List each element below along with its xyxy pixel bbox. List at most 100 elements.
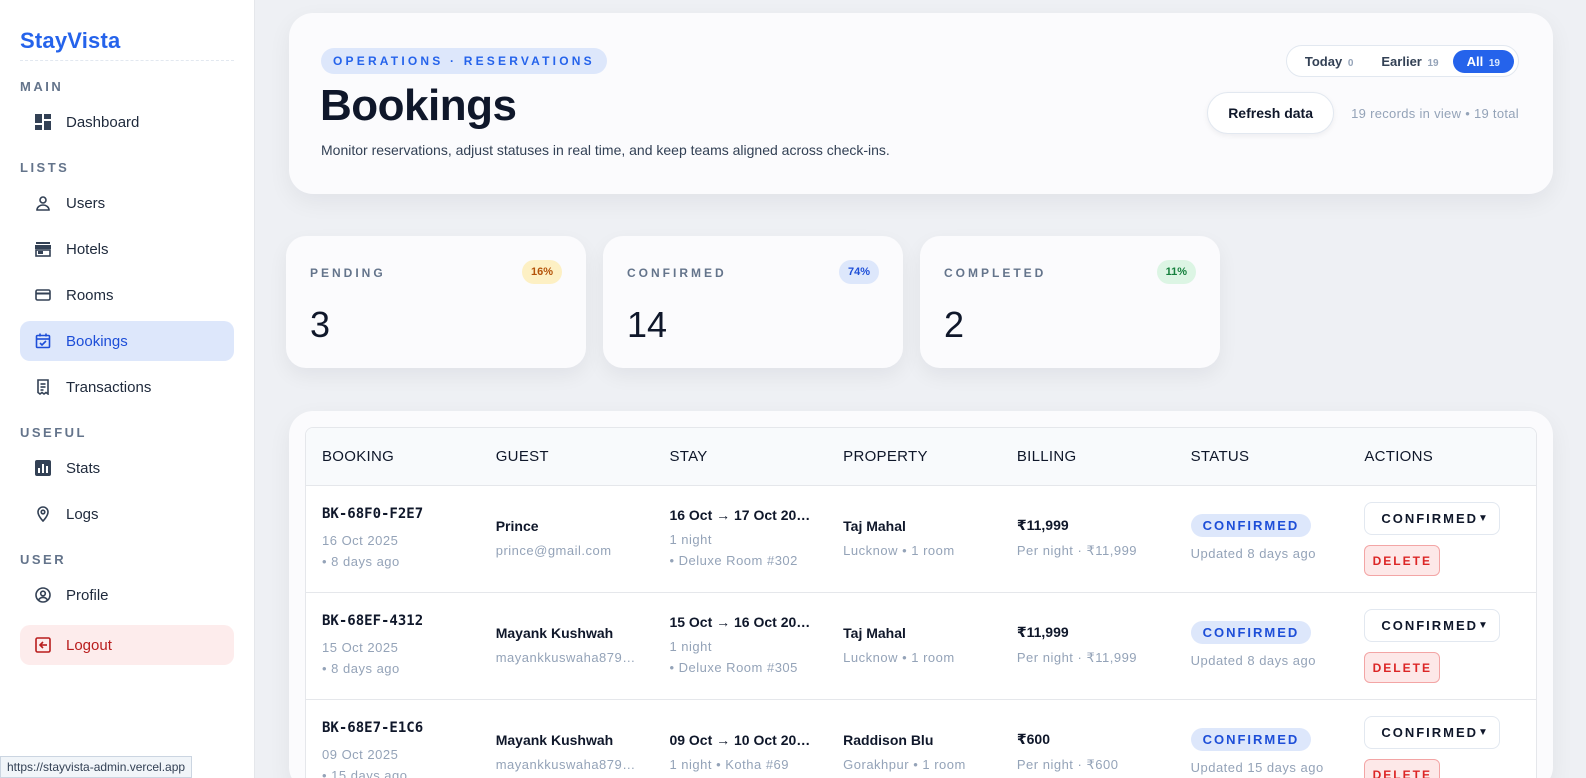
- sidebar-item-users[interactable]: Users: [20, 183, 234, 223]
- records-summary: 19 records in view • 19 total: [1351, 106, 1519, 121]
- receipt-icon: [34, 378, 52, 396]
- status-select[interactable]: CONFIRMED ▼: [1364, 502, 1501, 535]
- status-badge: CONFIRMED: [1190, 621, 1312, 644]
- stay-dates: 15 Oct → 16 Oct 20…: [669, 614, 811, 630]
- guest-cell: Mayank Kushwah mayankkuswaha879…: [481, 732, 656, 775]
- stat-card-confirmed: CONFIRMED 74% 14: [603, 236, 903, 368]
- booking-date: 09 Oct 2025: [322, 747, 399, 762]
- stat-label: CONFIRMED: [627, 266, 727, 280]
- section-title-user: USER: [20, 552, 67, 567]
- guest-email: mayankkuswaha879…: [495, 756, 636, 772]
- status-updated: Updated 15 days ago: [1190, 760, 1324, 775]
- column-header-billing[interactable]: BILLING: [1005, 448, 1180, 465]
- sidebar-item-profile[interactable]: Profile: [20, 575, 234, 615]
- guest-email: mayankkuswaha879…: [495, 649, 636, 665]
- actions-cell: CONFIRMED ▼ DELETE: [1354, 609, 1536, 683]
- stay-room: • Deluxe Room #302: [669, 553, 798, 568]
- billing-cell: ₹11,999 Per night · ₹11,999: [1005, 517, 1180, 561]
- property-location: Lucknow • 1 room: [843, 542, 955, 558]
- billing-amount: ₹11,999: [1016, 517, 1069, 533]
- brand-logo[interactable]: StayVista: [20, 28, 234, 61]
- booking-id[interactable]: BK-68EF-4312: [322, 613, 481, 629]
- bookings-table: BOOKING GUEST STAY PROPERTY BILLING STAT…: [305, 427, 1537, 778]
- filter-label: All: [1466, 53, 1484, 69]
- column-header-status[interactable]: STATUS: [1180, 448, 1355, 465]
- status-badge: CONFIRMED: [1190, 728, 1312, 751]
- status-updated: Updated 8 days ago: [1190, 653, 1316, 668]
- column-header-booking[interactable]: BOOKING: [306, 448, 481, 465]
- guest-email: prince@gmail.com: [495, 542, 612, 558]
- filter-count: 19: [1488, 57, 1500, 69]
- property-cell: Taj Mahal Lucknow • 1 room: [830, 518, 1005, 561]
- breadcrumb: OPERATIONS · RESERVATIONS: [321, 48, 607, 74]
- column-header-stay[interactable]: STAY: [655, 448, 830, 465]
- sidebar-item-transactions[interactable]: Transactions: [20, 367, 234, 407]
- status-updated: Updated 8 days ago: [1190, 546, 1316, 561]
- dashboard-icon: [34, 113, 52, 131]
- bookings-table-card: BOOKING GUEST STAY PROPERTY BILLING STAT…: [289, 411, 1553, 778]
- refresh-button[interactable]: Refresh data: [1207, 92, 1334, 134]
- page-title: Bookings: [320, 81, 517, 130]
- stay-cell: 16 Oct → 17 Oct 20… 1 night • Deluxe Roo…: [655, 507, 830, 571]
- sidebar-item-label: Rooms: [66, 286, 114, 304]
- main-content: OPERATIONS · RESERVATIONS Bookings Monit…: [255, 0, 1586, 778]
- billing-amount: ₹600: [1016, 731, 1050, 747]
- delete-button[interactable]: DELETE: [1364, 759, 1441, 778]
- status-select[interactable]: CONFIRMED ▼: [1364, 609, 1501, 642]
- store-icon: [34, 240, 52, 258]
- booking-id[interactable]: BK-68E7-E1C6: [322, 720, 481, 736]
- table-row: BK-68E7-E1C6 09 Oct 2025 • 15 days ago M…: [306, 700, 1536, 778]
- sidebar-item-label: Dashboard: [66, 113, 140, 131]
- stay-cell: 09 Oct → 10 Oct 20… 1 night • Kotha #69: [655, 732, 830, 775]
- status-cell: CONFIRMED Updated 8 days ago: [1180, 514, 1355, 564]
- guest-cell: Mayank Kushwah mayankkuswaha879…: [481, 625, 656, 668]
- stay-room: • Deluxe Room #305: [669, 660, 798, 675]
- page-header: OPERATIONS · RESERVATIONS Bookings Monit…: [289, 13, 1553, 194]
- date-filter-group: Today 0 Earlier 19 All 19: [1285, 45, 1519, 77]
- stay-nights: 1 night • Kotha #69: [669, 756, 790, 772]
- billing-per-night: Per night · ₹11,999: [1016, 650, 1138, 665]
- booking-age: • 15 days ago: [322, 768, 408, 778]
- sidebar-item-bookings[interactable]: Bookings: [20, 321, 234, 361]
- stat-percent-badge: 16%: [521, 260, 562, 284]
- guest-name: Mayank Kushwah: [495, 731, 614, 748]
- sidebar-item-logout[interactable]: Logout: [20, 625, 234, 665]
- sidebar-item-label: Logout: [66, 636, 112, 654]
- property-location: Gorakhpur • 1 room: [843, 756, 966, 772]
- column-header-guest[interactable]: GUEST: [481, 448, 656, 465]
- property-cell: Taj Mahal Lucknow • 1 room: [830, 625, 1005, 668]
- stat-value: 14: [627, 304, 668, 345]
- sidebar-item-dashboard[interactable]: Dashboard: [20, 102, 234, 142]
- booking-cell: BK-68EF-4312 15 Oct 2025 • 8 days ago: [306, 613, 481, 679]
- location-icon: [34, 505, 52, 523]
- stat-value: 3: [310, 304, 331, 345]
- actions-cell: CONFIRMED ▼ DELETE: [1354, 502, 1536, 576]
- billing-cell: ₹600 Per night · ₹600: [1005, 731, 1180, 775]
- sidebar-item-label: Bookings: [66, 332, 128, 350]
- sidebar-item-logs[interactable]: Logs: [20, 494, 234, 534]
- filter-label: Today: [1304, 53, 1343, 69]
- stay-nights: 1 night: [669, 532, 712, 547]
- calendar-check-icon: [34, 332, 52, 350]
- delete-button[interactable]: DELETE: [1364, 652, 1441, 683]
- billing-per-night: Per night · ₹600: [1016, 757, 1119, 772]
- stat-percent-badge: 74%: [838, 260, 879, 284]
- filter-all[interactable]: All 19: [1452, 49, 1514, 73]
- property-name: Raddison Blu: [843, 731, 934, 748]
- sidebar-item-label: Hotels: [66, 240, 109, 258]
- status-cell: CONFIRMED Updated 8 days ago: [1180, 621, 1355, 671]
- status-select[interactable]: CONFIRMED ▼: [1364, 716, 1501, 749]
- sidebar-item-rooms[interactable]: Rooms: [20, 275, 234, 315]
- filter-earlier[interactable]: Earlier 19: [1367, 50, 1452, 73]
- booking-id[interactable]: BK-68F0-F2E7: [322, 506, 481, 522]
- booking-cell: BK-68F0-F2E7 16 Oct 2025 • 8 days ago: [306, 506, 481, 572]
- filter-today[interactable]: Today 0: [1291, 50, 1368, 73]
- sidebar-item-stats[interactable]: Stats: [20, 448, 234, 488]
- table-row: BK-68EF-4312 15 Oct 2025 • 8 days ago Ma…: [306, 593, 1536, 700]
- actions-cell: CONFIRMED ▼ DELETE: [1354, 716, 1536, 778]
- sidebar-item-hotels[interactable]: Hotels: [20, 229, 234, 269]
- guest-name: Prince: [495, 517, 539, 534]
- status-badge: CONFIRMED: [1190, 514, 1312, 537]
- delete-button[interactable]: DELETE: [1364, 545, 1441, 576]
- column-header-property[interactable]: PROPERTY: [830, 448, 1005, 465]
